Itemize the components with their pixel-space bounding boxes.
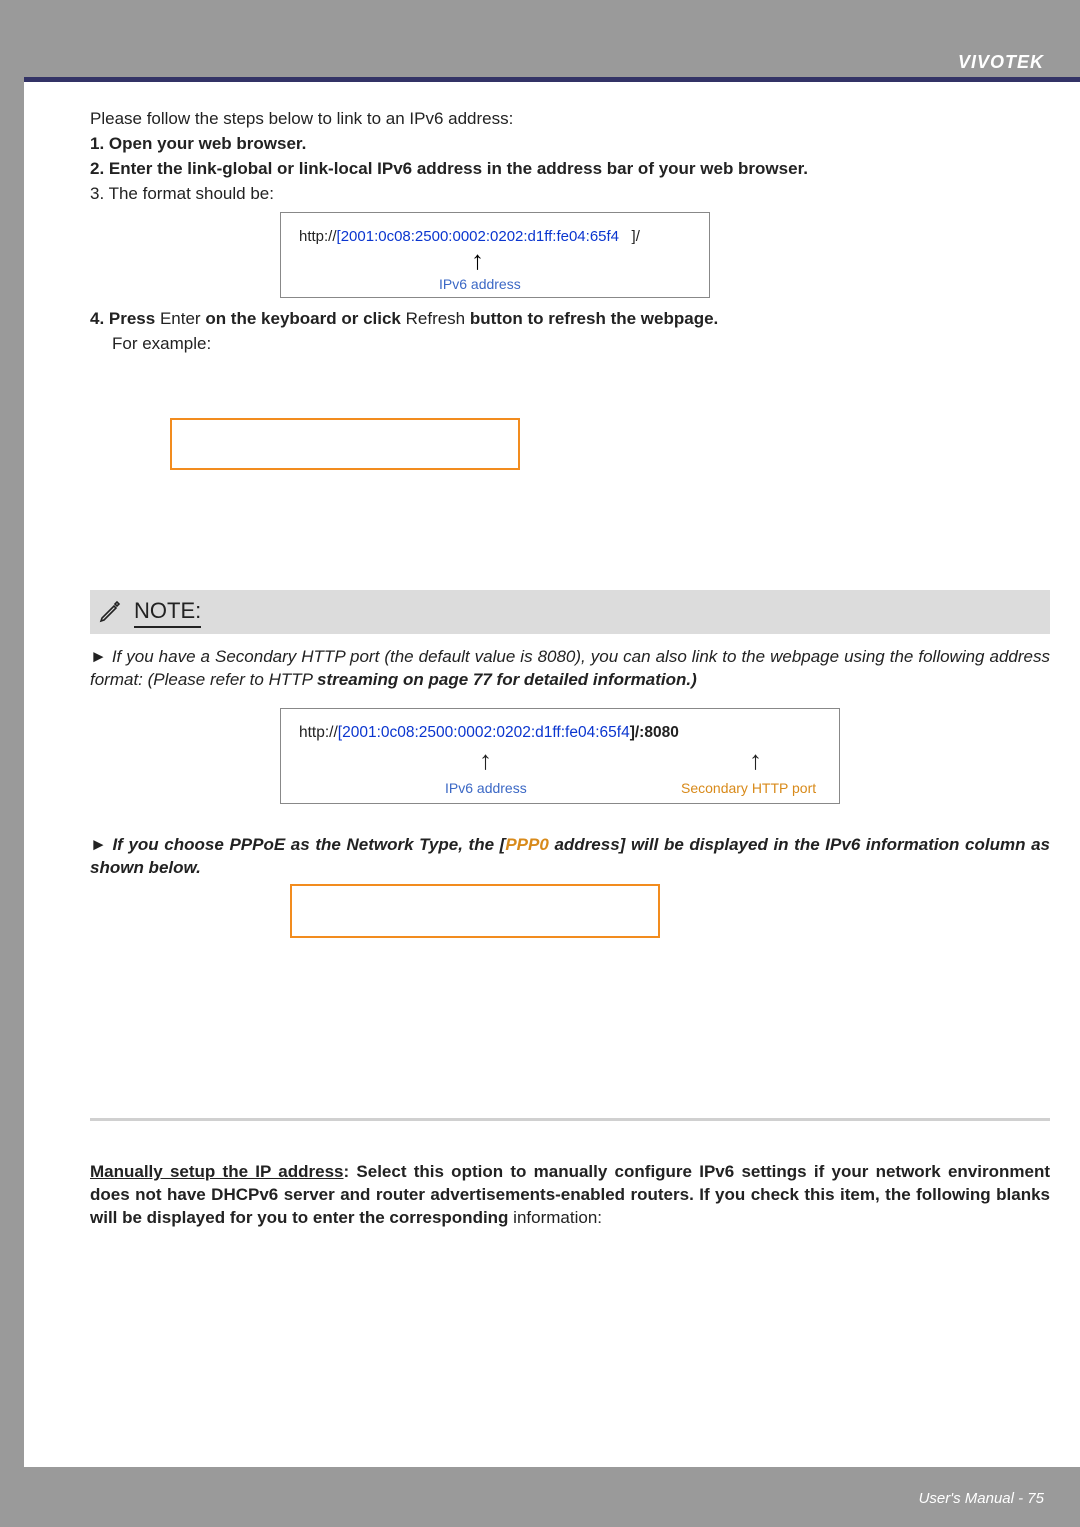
- s4-a: 4. Press: [90, 309, 160, 328]
- url-line-2: http://[2001:0c08:2500:0002:0202:d1ff:fe…: [299, 723, 679, 744]
- pppoe-a: ► If you choose PPPoE as the Network Typ…: [90, 835, 505, 854]
- for-example: For example:: [112, 333, 1050, 356]
- step-4: 4. Press Enter on the keyboard or click …: [90, 308, 1050, 331]
- manual-title: Manually setup the IP address: [90, 1162, 344, 1181]
- step-3: 3. The format should be:: [90, 183, 1050, 206]
- manual-tail: information:: [513, 1208, 602, 1227]
- url-prefix: http://: [299, 228, 337, 245]
- intro-lead: Please follow the steps below to link to…: [90, 108, 1050, 131]
- up-arrow-icon: ↑: [749, 743, 762, 778]
- divider: [90, 1118, 1050, 1121]
- step-2: 2. Enter the link-global or link-local I…: [90, 158, 1050, 181]
- s4-e: button to refresh the webpage.: [465, 309, 718, 328]
- pppoe-b: PPP0: [505, 835, 548, 854]
- brand-label: VIVOTEK: [958, 52, 1044, 73]
- url2-suffix: /:8080: [635, 724, 679, 741]
- example-placeholder-box-2: [290, 884, 660, 938]
- note-p1-c: for detailed information.): [497, 670, 697, 689]
- footer-bar: User's Manual - 75: [24, 1467, 1080, 1527]
- left-margin-bar: [0, 0, 24, 1527]
- footer-page-label: User's Manual - 75: [919, 1490, 1044, 1507]
- url-format-box-2: http://[2001:0c08:2500:0002:0202:d1ff:fe…: [280, 708, 840, 804]
- note-paragraph-1: ► If you have a Secondary HTTP port (the…: [90, 646, 1050, 692]
- pppoe-note: ► If you choose PPPoE as the Network Typ…: [90, 834, 1050, 880]
- url2-prefix: http://: [299, 724, 338, 741]
- url-suffix: /: [636, 228, 640, 245]
- note-label: NOTE:: [134, 596, 201, 629]
- up-arrow-icon: ↑: [471, 243, 484, 278]
- note-p1-b: streaming on page 77: [317, 670, 497, 689]
- up-arrow-icon: ↑: [479, 743, 492, 778]
- s4-c: on the keyboard or click: [201, 309, 406, 328]
- step-1: 1. Open your web browser.: [90, 133, 1050, 156]
- ipv6-caption: IPv6 address: [439, 275, 521, 294]
- url2-ipv6: 2001:0c08:2500:0002:0202:d1ff:fe04:65f4: [342, 724, 630, 741]
- url-line-1: http://[2001:0c08:2500:0002:0202:d1ff:fe…: [299, 227, 640, 247]
- example-placeholder-box-1: [170, 418, 520, 470]
- spacer: [619, 228, 632, 245]
- s4-d: Refresh: [406, 309, 466, 328]
- note-bar: NOTE:: [90, 590, 1050, 635]
- header-bar: VIVOTEK: [24, 0, 1080, 82]
- manual-setup-paragraph: Manually setup the IP address: Select th…: [90, 1161, 1050, 1230]
- http-port-caption: Secondary HTTP port: [681, 779, 816, 798]
- url-format-box-1: http://[2001:0c08:2500:0002:0202:d1ff:fe…: [280, 212, 710, 298]
- ipv6-caption-2: IPv6 address: [445, 779, 527, 798]
- page-content: Please follow the steps below to link to…: [90, 108, 1050, 1232]
- s4-b: Enter: [160, 309, 201, 328]
- note-pencil-icon: [98, 600, 122, 624]
